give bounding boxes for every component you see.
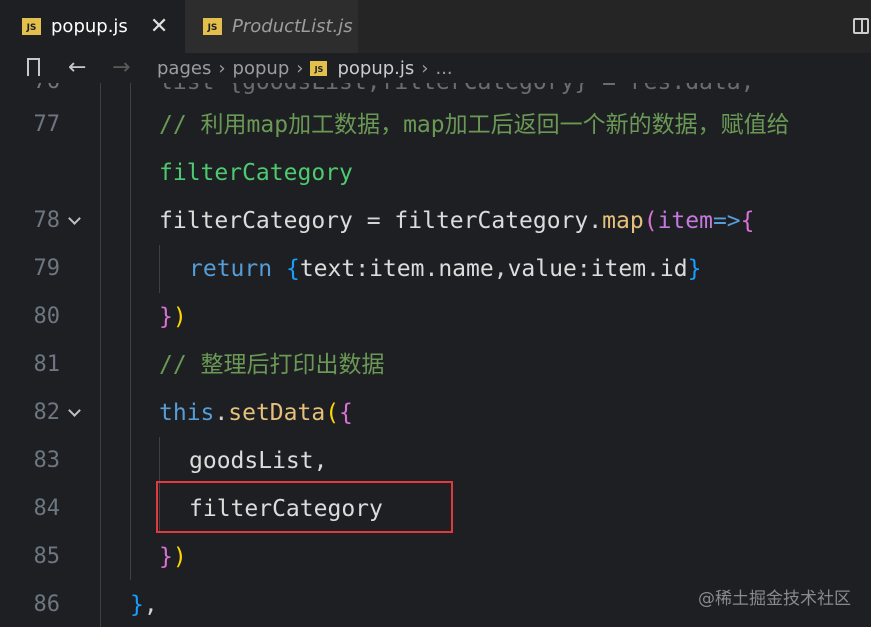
chevron-right-icon: ›: [296, 57, 304, 79]
line-number: 85: [33, 544, 61, 569]
highlight-box: [156, 481, 453, 533]
breadcrumb-item-pages[interactable]: pages: [157, 58, 211, 79]
tab-productlist-js[interactable]: JS ProductList.js: [185, 0, 358, 53]
code-line[interactable]: 79 return {text:item.name,value:item.id}: [0, 245, 871, 293]
line-number: 86: [33, 592, 61, 617]
code-comment: // 整理后打印出数据: [159, 352, 385, 378]
token: setData: [228, 400, 326, 426]
code-text: }): [159, 533, 187, 581]
token: }: [130, 592, 144, 618]
token: :: [576, 256, 591, 282]
token: .: [646, 256, 660, 282]
code-text: return {text:item.name,value:item.id}: [189, 245, 701, 293]
token: }: [687, 256, 702, 282]
line-number: 82: [33, 400, 61, 425]
token: item: [590, 256, 647, 282]
token: name: [438, 256, 494, 282]
code-text: goodsList,: [189, 448, 328, 474]
code-line[interactable]: 82 this.setData({: [0, 389, 871, 437]
js-file-icon: JS: [203, 18, 222, 35]
code-line[interactable]: 85 }): [0, 533, 871, 581]
code-line[interactable]: 77 // 利用map加工数据，map加工后返回一个新的数据，赋值给: [0, 101, 871, 149]
token: ): [172, 304, 187, 330]
back-arrow-icon[interactable]: ←: [68, 55, 86, 81]
code-line-wrap[interactable]: filterCategory: [0, 149, 871, 197]
token: (: [325, 400, 340, 426]
js-file-icon: JS: [22, 18, 41, 35]
token: =>: [712, 208, 741, 234]
split-editor-icon[interactable]: [853, 18, 869, 34]
line-number: 83: [33, 448, 61, 473]
token: ): [172, 544, 187, 570]
token: return: [189, 256, 273, 282]
token: .: [214, 400, 229, 426]
breadcrumb: ← → pages › popup › JS popup.js › ...: [0, 53, 871, 83]
token: =: [352, 208, 395, 234]
token: .: [588, 208, 603, 234]
token: text: [299, 256, 356, 282]
chevron-right-icon: ›: [421, 57, 429, 79]
chevron-right-icon: ›: [218, 57, 226, 79]
tab-label: ProductList.js: [232, 16, 353, 37]
token: {: [740, 208, 755, 234]
line-number: 80: [33, 304, 61, 329]
breadcrumb-item-file[interactable]: JS popup.js: [310, 58, 414, 79]
line-number: 84: [33, 496, 61, 521]
line-number: 78: [33, 208, 61, 233]
breadcrumb-file-label: popup.js: [337, 57, 415, 79]
tab-bar: JS popup.js ✕ JS ProductList.js: [0, 0, 871, 53]
token: }: [159, 544, 173, 570]
code-text: },: [130, 581, 158, 627]
token: filterCategory: [394, 208, 589, 234]
token: item: [369, 256, 425, 282]
code-editor[interactable]: 76 list {goodsList,filterCategory} = res…: [0, 83, 871, 627]
tab-label: popup.js: [51, 16, 128, 37]
breadcrumb-item-more[interactable]: ...: [435, 58, 452, 79]
line-number: 81: [33, 352, 61, 377]
code-line[interactable]: 83 goodsList,: [0, 437, 871, 485]
token: this: [159, 400, 215, 426]
token: item: [657, 208, 713, 234]
breadcrumb-item-popup[interactable]: popup: [233, 58, 290, 79]
forward-arrow-icon[interactable]: →: [112, 55, 130, 81]
close-icon[interactable]: ✕: [150, 15, 168, 38]
token: {: [285, 256, 300, 282]
tab-popup-js[interactable]: JS popup.js ✕: [0, 0, 185, 53]
code-text: this.setData({: [159, 389, 353, 437]
line-number: 79: [33, 256, 61, 281]
code-text: filterCategory = filterCategory.map(item…: [159, 197, 755, 245]
code-text: }): [159, 293, 187, 341]
token: id: [659, 256, 688, 282]
chevron-down-icon[interactable]: [68, 212, 81, 225]
code-line[interactable]: 78 filterCategory = filterCategory.map(i…: [0, 197, 871, 245]
line-number: 77: [33, 112, 61, 137]
token: .: [424, 256, 439, 282]
token: value: [507, 256, 577, 282]
token: }: [159, 304, 173, 330]
code-comment: filterCategory: [159, 160, 353, 186]
bookmark-icon[interactable]: [27, 58, 40, 82]
watermark: @稀土掘金技术社区: [698, 589, 851, 609]
token: ,: [143, 592, 158, 618]
token: ,: [493, 256, 508, 282]
code-line[interactable]: 81 // 整理后打印出数据: [0, 341, 871, 389]
token: (: [643, 208, 658, 234]
token: {: [339, 400, 353, 426]
token: filterCategory: [159, 208, 353, 234]
token: map: [602, 208, 644, 234]
chevron-down-icon[interactable]: [68, 404, 81, 417]
code-line[interactable]: 80 }): [0, 293, 871, 341]
js-file-icon: JS: [310, 60, 328, 76]
token: :: [355, 256, 370, 282]
breadcrumb-path: pages › popup › JS popup.js › ...: [157, 53, 453, 83]
code-comment: // 利用map加工数据，map加工后返回一个新的数据，赋值给: [159, 112, 790, 138]
